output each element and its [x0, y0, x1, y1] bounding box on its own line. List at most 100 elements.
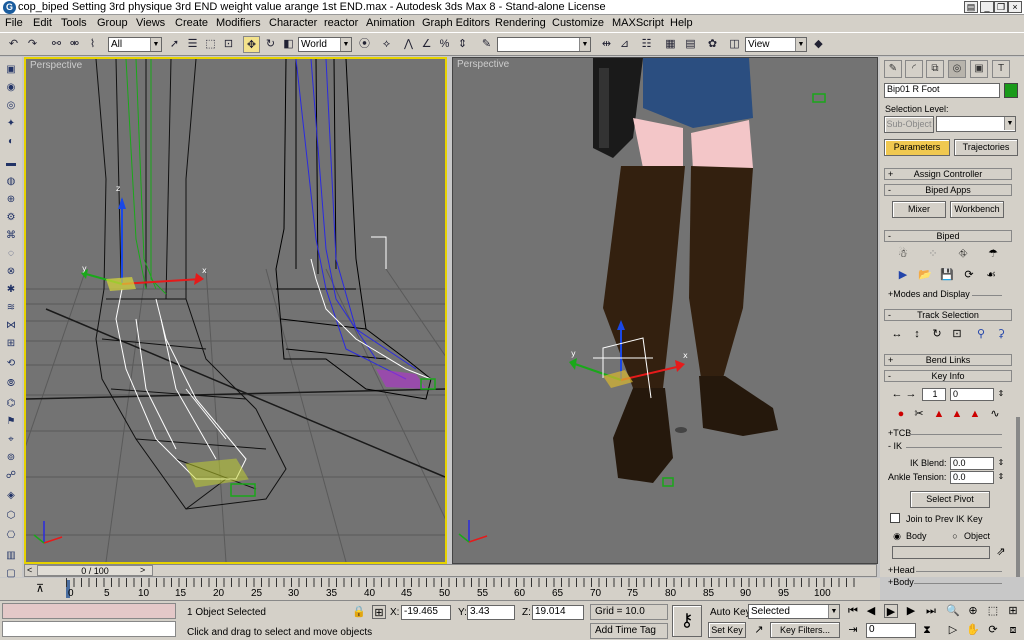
- zoom-icon[interactable]: 🔍: [946, 604, 960, 618]
- redo-icon[interactable]: ↷: [24, 36, 41, 53]
- mixer-mode-icon[interactable]: ☂: [986, 247, 1000, 261]
- modify-tab-icon[interactable]: ◜: [905, 60, 923, 78]
- maxscript-input[interactable]: [2, 621, 176, 637]
- window-crossing-icon[interactable]: ⊡: [220, 36, 237, 53]
- mixer-button[interactable]: Mixer: [892, 201, 946, 218]
- convert-icon[interactable]: ⟳: [962, 268, 976, 282]
- select-pivot-button[interactable]: Select Pivot: [910, 491, 990, 508]
- figure-mode-icon[interactable]: ☃: [896, 247, 910, 261]
- body-rotation-icon[interactable]: ↻: [930, 327, 944, 341]
- reactor-tool-icon[interactable]: ⚑: [4, 415, 18, 428]
- key-icon[interactable]: ⚷: [672, 605, 702, 637]
- key-info-rollout[interactable]: - Key Info: [884, 370, 1012, 382]
- trajectory-icon[interactable]: ∿: [988, 407, 1002, 421]
- workbench-button[interactable]: Workbench: [950, 201, 1004, 218]
- menu-create[interactable]: Create: [175, 17, 208, 29]
- time-slider-next-icon[interactable]: >: [140, 565, 145, 575]
- link-icon[interactable]: ⚯: [48, 36, 65, 53]
- track-bar[interactable]: ⊼ 0 5 10 15 20 25 30 35 40 45 50 55 60 6…: [0, 578, 880, 600]
- layer-manager-icon[interactable]: ☷: [638, 36, 655, 53]
- lock-cog-icon[interactable]: ⊡: [950, 327, 964, 341]
- auto-key-button[interactable]: Auto Key: [710, 607, 751, 618]
- reactor-tool-icon[interactable]: ⊚: [4, 451, 18, 464]
- modes-display-rollout[interactable]: +Modes and Display: [888, 289, 970, 299]
- reactor-tool-icon[interactable]: ☍: [4, 469, 18, 482]
- add-time-tag[interactable]: Add Time Tag: [590, 623, 668, 639]
- motion-flow-icon[interactable]: ⛗: [956, 247, 970, 261]
- select-and-move-icon[interactable]: ✥: [243, 36, 260, 53]
- set-key-icon[interactable]: ●: [894, 407, 908, 421]
- minimize-button[interactable]: _: [980, 1, 994, 13]
- spinner-icon[interactable]: ⇕: [994, 470, 1008, 484]
- reactor-tool-icon[interactable]: ≋: [4, 301, 18, 314]
- reactor-tool-icon[interactable]: ◉: [4, 81, 18, 94]
- reactor-tool-icon[interactable]: ⟲: [4, 357, 18, 370]
- select-and-rotate-icon[interactable]: ↻: [262, 36, 279, 53]
- symmetrical-icon[interactable]: ⚲: [974, 327, 988, 341]
- hand-marker[interactable]: [812, 93, 826, 103]
- reactor-tool-icon[interactable]: ✦: [4, 117, 18, 130]
- lock-selection-icon[interactable]: 🔒: [352, 605, 366, 619]
- ik-section[interactable]: - IK: [888, 441, 902, 451]
- reactor-tool-icon[interactable]: ✱: [4, 283, 18, 296]
- reactor-tool-icon[interactable]: ⦾: [4, 377, 18, 390]
- reactor-tool-icon[interactable]: ⎔: [4, 529, 18, 542]
- spinner-icon[interactable]: ⇕: [994, 387, 1008, 401]
- footstep-mode-icon[interactable]: ⁘: [926, 247, 940, 261]
- reactor-tool-icon[interactable]: ◌: [4, 247, 18, 260]
- absolute-mode-icon[interactable]: ⊞: [372, 605, 386, 619]
- reactor-tool-icon[interactable]: ⌖: [4, 433, 18, 446]
- play-icon[interactable]: ▶: [884, 604, 898, 618]
- z-coordinate-field[interactable]: 19.014: [532, 605, 584, 620]
- key-mode-toggle-icon[interactable]: ⇥: [846, 623, 860, 637]
- menu-tools[interactable]: Tools: [61, 17, 87, 29]
- render-view-dropdown[interactable]: View ▼: [745, 37, 807, 52]
- menu-maxscript[interactable]: MAXScript: [612, 17, 664, 29]
- close-button[interactable]: ×: [1008, 1, 1022, 13]
- reactor-tool-icon[interactable]: ⊗: [4, 265, 18, 278]
- object-color-swatch[interactable]: [1004, 83, 1018, 98]
- pick-object-icon[interactable]: ⇗: [994, 545, 1008, 559]
- panel-scrollbar[interactable]: [1016, 417, 1020, 577]
- trajectories-tab[interactable]: Trajectories: [954, 139, 1018, 156]
- create-tab-icon[interactable]: ✎: [884, 60, 902, 78]
- assign-controller-rollout[interactable]: + Assign Controller: [884, 168, 1012, 180]
- menu-edit[interactable]: Edit: [33, 17, 52, 29]
- head-rollout[interactable]: +Head: [888, 565, 915, 575]
- join-prev-ik-checkbox[interactable]: [890, 513, 900, 523]
- reactor-tool-icon[interactable]: ▣: [4, 63, 18, 76]
- pivot-object-field[interactable]: [892, 546, 990, 559]
- select-manipulate-icon[interactable]: ⟡: [378, 36, 395, 53]
- menu-group[interactable]: Group: [97, 17, 128, 29]
- motion-tab-icon[interactable]: ◎: [948, 60, 966, 78]
- menu-rendering[interactable]: Rendering: [495, 17, 546, 29]
- angle-snap-icon[interactable]: ∠: [418, 36, 435, 53]
- next-key-icon[interactable]: →: [904, 387, 918, 401]
- play-biped-icon[interactable]: ▶: [896, 268, 910, 282]
- time-slider-thumb[interactable]: 0 / 100: [37, 565, 153, 576]
- reactor-tool-icon[interactable]: ▥: [4, 549, 18, 562]
- set-key-button[interactable]: Set Key: [708, 622, 746, 638]
- save-file-icon[interactable]: 💾: [940, 268, 954, 282]
- edit-named-selection-icon[interactable]: ✎: [478, 36, 495, 53]
- reference-coordinate-dropdown[interactable]: World ▼: [298, 37, 352, 52]
- track-selection-rollout[interactable]: - Track Selection: [884, 309, 1012, 321]
- reactor-tool-icon[interactable]: ⊞: [4, 337, 18, 350]
- load-file-icon[interactable]: 📂: [918, 268, 932, 282]
- zoom-all-icon[interactable]: ⊕: [966, 604, 980, 618]
- schematic-view-icon[interactable]: ▤: [682, 36, 699, 53]
- time-configuration-icon[interactable]: ⧗: [920, 623, 934, 637]
- menu-modifiers[interactable]: Modifiers: [216, 17, 261, 29]
- body-radio[interactable]: ◉: [890, 529, 904, 543]
- default-tangent-icon[interactable]: ↗: [752, 623, 766, 637]
- sub-object-button[interactable]: Sub-Object: [884, 116, 934, 133]
- biped-rollout[interactable]: - Biped: [884, 230, 1012, 242]
- menu-customize[interactable]: Customize: [552, 17, 604, 29]
- tcb-section[interactable]: +TCB: [888, 428, 911, 438]
- menu-reactor[interactable]: reactor: [324, 17, 358, 29]
- set-free-key-icon[interactable]: ▲: [968, 407, 982, 421]
- reactor-tool-icon[interactable]: ◐: [4, 135, 18, 148]
- mirror-icon[interactable]: ⇹: [598, 36, 615, 53]
- restore-button[interactable]: ❐: [994, 1, 1008, 13]
- pan-icon[interactable]: ✋: [966, 623, 980, 637]
